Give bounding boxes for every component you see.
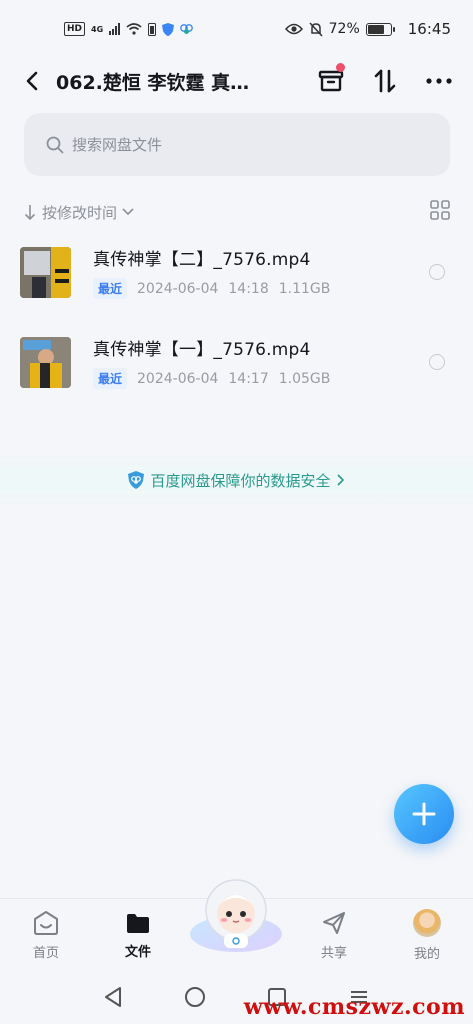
archive-button[interactable]	[311, 61, 351, 101]
chevron-right-icon	[336, 474, 344, 486]
notification-dot	[336, 63, 345, 72]
back-button[interactable]	[12, 61, 52, 101]
file-name: 真传神掌【二】_7576.mp4	[93, 250, 311, 270]
select-checkbox[interactable]	[429, 354, 445, 370]
file-date: 2024-06-04	[137, 370, 219, 387]
sim-icon	[148, 22, 157, 36]
video-thumbnail	[20, 246, 71, 298]
tab-share[interactable]: 共享	[294, 899, 374, 971]
file-info: 真传神掌【一】_7576.mp4 最近 2024-06-04 14:17 1.0…	[93, 335, 429, 389]
signal-icon	[109, 23, 121, 35]
nav-home-button[interactable]	[180, 982, 210, 1012]
data-safety-banner[interactable]: 百度网盘保障你的数据安全	[0, 450, 473, 510]
search-input[interactable]: 搜索网盘文件	[24, 113, 450, 176]
status-left: HD 4G	[64, 22, 194, 36]
clock: 16:45	[407, 20, 451, 38]
file-date: 2024-06-04	[137, 280, 219, 297]
file-size: 1.11GB	[278, 280, 331, 297]
status-bar: HD 4G 72% 16:45	[0, 0, 473, 58]
video-thumbnail	[20, 336, 71, 388]
sort-row: 按修改时间	[24, 197, 450, 227]
avatar	[413, 908, 441, 937]
tab-mine[interactable]: 我的	[387, 899, 467, 971]
sort-down-arrow-icon	[24, 205, 36, 221]
page-title: 062.楚恒 李钦霆 真…	[56, 71, 250, 94]
tab-label: 共享	[320, 945, 347, 961]
plus-icon	[412, 802, 436, 826]
sort-button[interactable]	[365, 61, 405, 101]
file-row[interactable]: 真传神掌【一】_7576.mp4 最近 2024-06-04 14:17 1.0…	[20, 330, 453, 394]
paper-plane-icon	[323, 911, 345, 934]
recent-badge: 最近	[93, 368, 128, 389]
network-type: 4G	[91, 24, 104, 34]
tab-label: 文件	[124, 944, 151, 960]
folder-icon	[127, 913, 149, 933]
grid-view-icon[interactable]	[430, 200, 450, 220]
chevron-down-icon[interactable]	[121, 207, 135, 217]
battery-icon	[365, 22, 395, 36]
sort-arrows-icon	[374, 69, 396, 93]
header-actions	[311, 58, 459, 104]
file-row[interactable]: 真传神掌【二】_7576.mp4 最近 2024-06-04 14:18 1.1…	[20, 240, 453, 304]
mute-bell-icon	[309, 21, 323, 37]
system-nav-bar: www.cmszwz.com	[0, 970, 473, 1024]
recent-badge: 最近	[93, 278, 128, 299]
select-checkbox[interactable]	[429, 264, 445, 280]
back-arrow-icon	[26, 71, 38, 91]
wifi-icon	[126, 23, 142, 35]
battery-percent: 72%	[328, 21, 360, 37]
status-right: 72% 16:45	[284, 20, 451, 38]
shield-app-icon	[162, 22, 175, 36]
tab-home[interactable]: 首页	[6, 899, 86, 971]
file-meta: 最近 2024-06-04 14:17 1.05GB	[93, 368, 429, 389]
cloud-app-icon	[180, 24, 194, 34]
sort-selector[interactable]: 按修改时间	[42, 202, 117, 223]
tab-label: 我的	[413, 946, 440, 962]
add-button[interactable]	[394, 784, 454, 844]
triangle-back-icon	[105, 987, 121, 1007]
search-placeholder: 搜索网盘文件	[72, 136, 163, 154]
file-info: 真传神掌【二】_7576.mp4 最近 2024-06-04 14:18 1.1…	[93, 245, 429, 299]
tab-label: 首页	[32, 945, 59, 961]
tab-files[interactable]: 文件	[98, 899, 178, 971]
file-meta: 最近 2024-06-04 14:18 1.11GB	[93, 278, 429, 299]
mascot-button[interactable]	[188, 876, 284, 956]
nav-back-button[interactable]	[98, 982, 128, 1012]
file-time: 14:18	[228, 280, 269, 297]
file-size: 1.05GB	[278, 370, 331, 387]
search-icon	[46, 136, 64, 153]
file-name: 真传神掌【一】_7576.mp4	[93, 340, 311, 360]
watermark: www.cmszwz.com	[243, 994, 465, 1020]
home-face-icon	[34, 910, 58, 935]
eye-icon	[284, 23, 303, 35]
more-dots-icon	[426, 78, 452, 84]
hd-indicator: HD	[64, 22, 86, 36]
shield-icon	[128, 471, 145, 489]
archive-icon	[318, 70, 344, 92]
more-button[interactable]	[419, 61, 459, 101]
file-time: 14:17	[228, 370, 269, 387]
header: 062.楚恒 李钦霆 真…	[0, 58, 473, 104]
circle-home-icon	[185, 987, 205, 1007]
safety-banner-text: 百度网盘保障你的数据安全	[150, 471, 331, 490]
